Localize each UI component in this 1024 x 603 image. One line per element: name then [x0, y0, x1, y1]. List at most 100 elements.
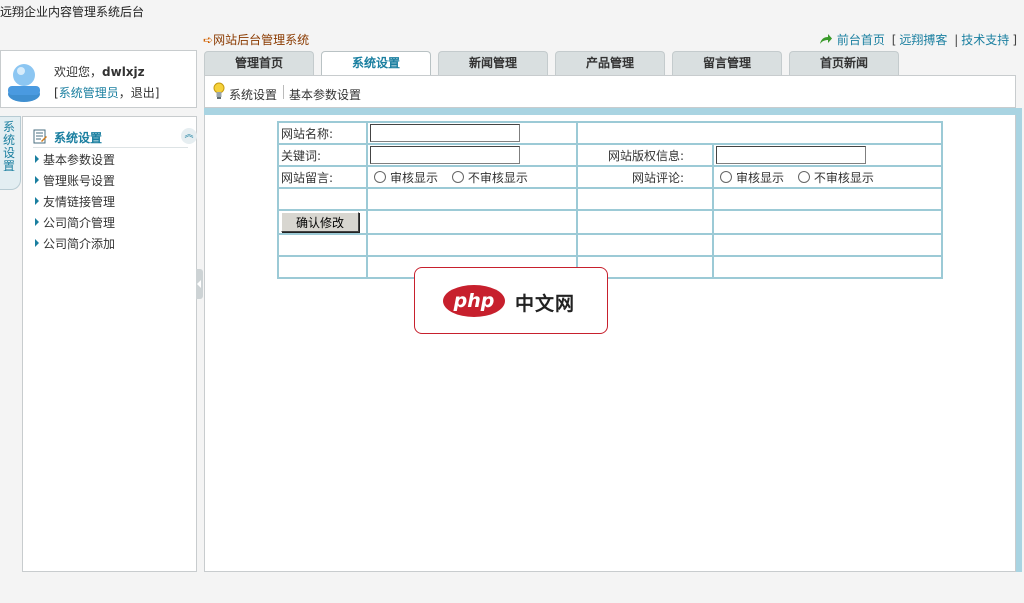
welcome-text: 欢迎您，dwlxjz	[54, 63, 145, 80]
triangle-right-icon	[35, 218, 39, 226]
comment-options: 审核显示 不审核显示	[712, 165, 943, 189]
confirm-button[interactable]: 确认修改	[281, 212, 359, 232]
share-arrow-icon	[820, 34, 833, 44]
keywords-label: 关键词:	[277, 143, 368, 167]
sidebar-item-profile-add[interactable]: 公司简介添加	[35, 235, 115, 252]
role-line: [系统管理员，退出]	[54, 86, 160, 100]
guestbook-audit-radio[interactable]	[374, 170, 386, 183]
empty-cell	[576, 209, 714, 235]
triangle-right-icon	[35, 197, 39, 205]
lightbulb-icon	[213, 82, 225, 99]
site-name-input[interactable]	[370, 124, 520, 142]
tab-system-settings[interactable]: 系统设置	[321, 51, 431, 77]
empty-cell	[277, 233, 368, 257]
copyright-label: 网站版权信息:	[576, 143, 714, 167]
table-row: 关键词: 网站版权信息:	[277, 143, 943, 167]
side-vertical-tab-label: 系统设置	[3, 120, 16, 173]
triangle-right-icon	[35, 155, 39, 163]
welcome-prefix: 欢迎您，	[54, 65, 103, 79]
logout-link[interactable]: 退出	[131, 86, 155, 100]
link-blog[interactable]: 远翔搏客	[899, 33, 947, 47]
tab-home-news[interactable]: 首页新闻	[789, 51, 899, 75]
triangle-right-icon	[35, 239, 39, 247]
sidebar-item-profile-manage[interactable]: 公司简介管理	[35, 214, 115, 231]
sidebar-item-label: 公司简介管理	[43, 216, 116, 230]
empty-cell	[366, 187, 578, 211]
keywords-cell	[366, 143, 578, 167]
sidebar-item-label: 友情链接管理	[43, 195, 116, 209]
user-box: 欢迎您，dwlxjz [系统管理员，退出]	[0, 50, 197, 108]
content-right-stripe	[1016, 108, 1022, 572]
separator: |	[954, 33, 959, 47]
empty-cell	[277, 255, 368, 279]
guestbook-options: 审核显示 不审核显示	[366, 165, 578, 189]
table-row: 确认修改	[277, 209, 943, 235]
breadcrumb-page: 基本参数设置	[289, 88, 362, 102]
comment-label: 网站评论:	[576, 165, 714, 189]
bracket-open: [	[891, 33, 897, 47]
breadcrumb-section[interactable]: 系统设置	[229, 86, 277, 103]
menu-header-label: 系统设置	[54, 131, 103, 145]
breadcrumb: 系统设置 基本参数设置	[204, 75, 1016, 108]
table-row: 网站留言: 审核显示 不审核显示 网站评论: 审核显示 不审核显示	[277, 165, 943, 189]
tab-messages[interactable]: 留言管理	[672, 51, 782, 75]
sidebar-item-links[interactable]: 友情链接管理	[35, 193, 115, 210]
tab-products[interactable]: 产品管理	[555, 51, 665, 75]
triangle-right-icon	[35, 176, 39, 184]
sidebar-item-label: 基本参数设置	[43, 153, 116, 167]
user-avatar-icon	[8, 64, 40, 102]
php-logo-icon: php	[443, 285, 505, 317]
table-row	[277, 233, 943, 257]
guestbook-label: 网站留言:	[277, 165, 368, 189]
breadcrumb-divider	[283, 85, 284, 99]
empty-cell	[576, 121, 943, 145]
site-name-label: 网站名称:	[277, 121, 368, 145]
comment-no-audit-label: 不审核显示	[813, 170, 874, 185]
menu-header[interactable]: 系统设置 ︽	[33, 127, 197, 148]
guestbook-no-audit-radio[interactable]	[451, 170, 464, 183]
tab-news[interactable]: 新闻管理	[438, 51, 548, 75]
empty-cell	[712, 255, 943, 279]
empty-cell	[366, 233, 578, 257]
watermark-site-text: 中文网	[515, 293, 576, 315]
sidebar: 系统设置 ︽ 基本参数设置 管理账号设置 友情链接管理 公司简介管理 公司简介添…	[22, 116, 197, 572]
settings-form: 网站名称: 关键词: 网站版权信息: 网站留言: 审核显示 不审核显示 网站评论…	[277, 121, 943, 279]
top-links: 前台首页 [远翔搏客 | 技术支持]	[819, 31, 1020, 48]
link-frontpage[interactable]: 前台首页	[837, 33, 885, 47]
side-vertical-tab[interactable]: 系统设置	[0, 116, 21, 190]
php-watermark: php 中文网	[414, 267, 608, 334]
sidebar-item-basic-settings[interactable]: 基本参数设置	[35, 151, 115, 168]
tab-dashboard[interactable]: 管理首页	[204, 51, 314, 75]
comment-no-audit-radio[interactable]	[797, 170, 810, 183]
table-row	[277, 187, 943, 211]
table-row: 网站名称:	[277, 121, 943, 145]
keywords-input[interactable]	[370, 146, 520, 164]
role-link[interactable]: 系统管理员	[59, 86, 119, 100]
settings-doc-icon	[33, 129, 47, 144]
sidebar-item-label: 公司简介添加	[43, 237, 116, 251]
bracket-close: ]	[1012, 33, 1017, 47]
content-top-stripe	[204, 108, 1022, 115]
empty-cell	[277, 187, 368, 211]
submit-cell: 确认修改	[277, 209, 368, 235]
comment-audit-radio[interactable]	[720, 170, 732, 183]
chevron-up-icon[interactable]: ︽	[181, 128, 197, 144]
sidebar-collapse-handle[interactable]	[196, 269, 203, 299]
sub-title: ➪网站后台管理系统	[203, 31, 309, 48]
sidebar-item-label: 管理账号设置	[43, 174, 116, 188]
empty-cell	[712, 233, 943, 257]
guestbook-audit-label: 审核显示	[390, 170, 439, 185]
table-row	[277, 255, 943, 279]
copyright-input[interactable]	[716, 146, 866, 164]
copyright-cell	[712, 143, 943, 167]
link-support[interactable]: 技术支持	[961, 33, 1009, 47]
sidebar-item-accounts[interactable]: 管理账号设置	[35, 172, 115, 189]
php-logo-text: php	[453, 290, 495, 312]
comment-audit-label: 审核显示	[736, 170, 785, 185]
empty-cell	[366, 209, 578, 235]
empty-cell	[712, 209, 943, 235]
app-title: 远翔企业内容管理系统后台	[0, 5, 145, 19]
guestbook-no-audit-label: 不审核显示	[467, 170, 528, 185]
site-name-cell	[366, 121, 578, 145]
username: dwlxjz	[102, 65, 145, 79]
